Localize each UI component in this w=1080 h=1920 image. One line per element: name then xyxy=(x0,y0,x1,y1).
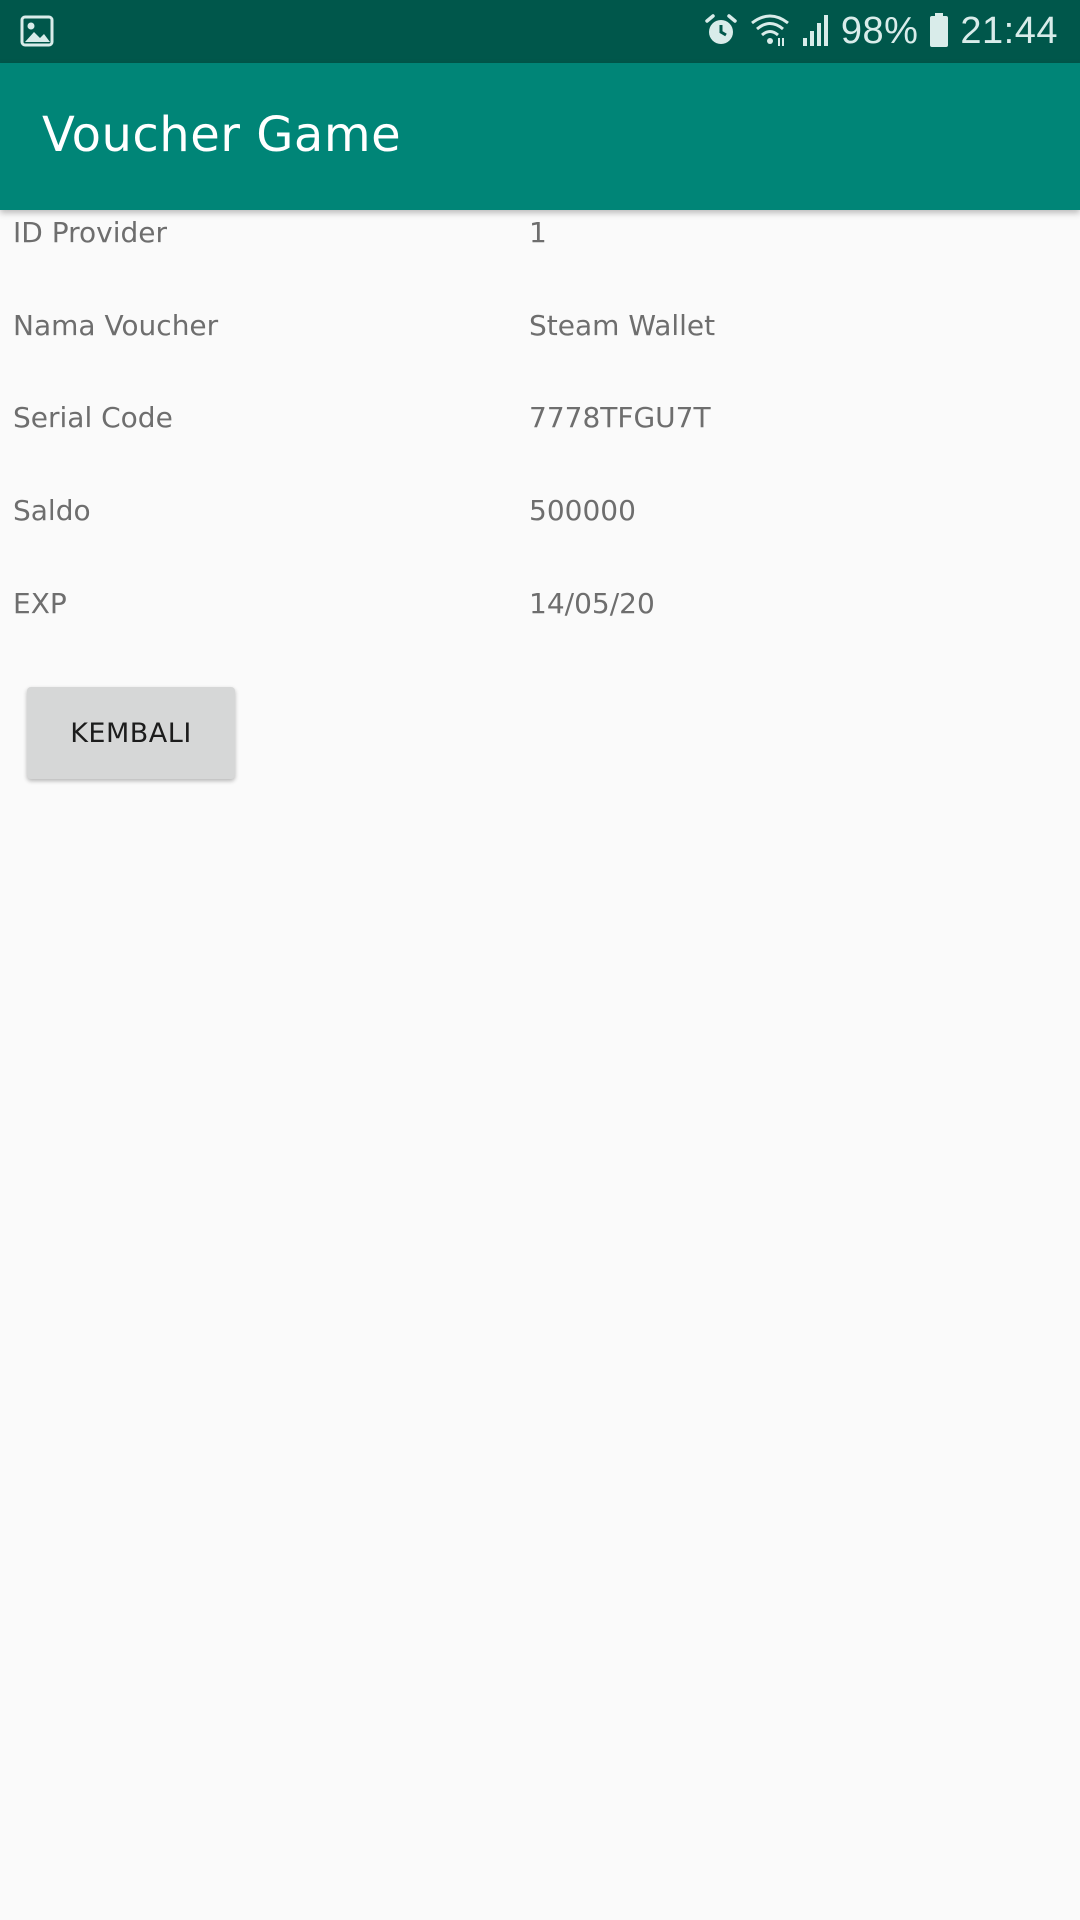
battery-icon xyxy=(928,12,950,52)
page-title: Voucher Game xyxy=(42,107,402,163)
status-bar: 98% 21:44 xyxy=(0,0,1080,63)
detail-label: EXP xyxy=(13,587,67,620)
detail-row-exp: EXP 14/05/20 xyxy=(0,581,1080,641)
detail-row-saldo: Saldo 500000 xyxy=(0,488,1080,548)
alarm-icon xyxy=(703,12,739,52)
detail-label: Saldo xyxy=(13,494,91,527)
detail-label: Nama Voucher xyxy=(13,309,219,342)
detail-value: 7778TFGU7T xyxy=(529,401,711,434)
clock: 21:44 xyxy=(960,10,1058,52)
detail-value: Steam Wallet xyxy=(529,309,716,342)
detail-value: 500000 xyxy=(529,494,636,527)
status-icons: 98% 21:44 xyxy=(703,0,1058,63)
wifi-icon xyxy=(749,12,791,52)
signal-icon xyxy=(801,12,831,52)
detail-value: 1 xyxy=(529,216,547,249)
detail-row-serial-code: Serial Code 7778TFGU7T xyxy=(0,395,1080,455)
detail-row-id-provider: ID Provider 1 xyxy=(0,210,1080,270)
detail-label: ID Provider xyxy=(13,216,167,249)
detail-value: 14/05/20 xyxy=(529,587,655,620)
battery-percent: 98% xyxy=(840,10,919,52)
detail-row-nama-voucher: Nama Voucher Steam Wallet xyxy=(0,303,1080,363)
image-icon xyxy=(20,14,54,48)
kembali-button[interactable]: KEMBALI xyxy=(27,687,235,779)
app-bar: Voucher Game xyxy=(0,63,1080,210)
detail-label: Serial Code xyxy=(13,401,173,434)
